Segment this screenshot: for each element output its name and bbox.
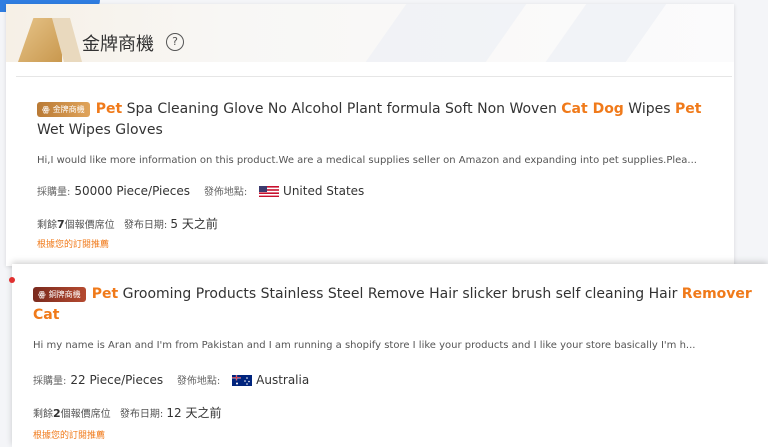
listing-title[interactable]: ꙮ 金牌商機 Pet Spa Cleaning Glove No Alcohol P…: [37, 99, 717, 141]
quantity-label: 採購量:: [37, 187, 71, 198]
header-decoration: [545, 4, 667, 62]
au-flag-icon: [232, 375, 253, 386]
remaining-count: 2: [53, 407, 61, 420]
keyword-highlight: Pet: [95, 101, 123, 117]
quantity-label: 採購量:: [33, 376, 67, 387]
recommend-note: 根據您的訂閱推薦: [37, 240, 110, 250]
date-value: 12 天之前: [166, 406, 222, 420]
recommend-note: 根據您的訂閱推薦: [33, 431, 106, 441]
listing-meta: 採購量: 50000 Piece/Pieces 發佈地點: United Stat…: [37, 183, 364, 198]
listing-card[interactable]: ꙮ 金牌商機 Pet Spa Cleaning Glove No Alcohol P…: [16, 76, 732, 267]
badge-icon: ꙮ: [38, 289, 46, 299]
country-name: Australia: [256, 373, 310, 387]
listing-description: Hi,I would like more information on this…: [37, 155, 697, 166]
title-text: Grooming Products Stainless Steel Remove…: [118, 286, 682, 302]
keyword-highlight: Pet: [91, 286, 119, 302]
country-name: United States: [283, 184, 365, 198]
quantity-value: 22 Piece/Pieces: [70, 373, 164, 387]
gold-badge: ꙮ 金牌商機: [37, 101, 90, 117]
keyword-highlight: Pet: [674, 101, 702, 117]
location-label: 發佈地點:: [203, 187, 248, 198]
title-text: Wet Wipes Gloves: [37, 122, 163, 138]
badge-icon: ꙮ: [42, 104, 50, 114]
listing-card[interactable]: ꙮ 銅牌商機 Pet Grooming Products Stainless Ste…: [12, 264, 768, 447]
date-label: 發布日期:: [119, 409, 164, 420]
bronze-badge: ꙮ 銅牌商機: [33, 286, 86, 302]
help-icon[interactable]: ?: [166, 33, 184, 51]
title-text: Spa Cleaning Glove No Alcohol Plant form…: [122, 101, 562, 117]
listing-title[interactable]: ꙮ 銅牌商機 Pet Grooming Products Stainless Ste…: [33, 284, 753, 326]
listing-stats: 剩餘2個報價席位 發布日期: 12 天之前: [33, 406, 222, 420]
title-text: Wipes: [623, 101, 675, 117]
header-decoration: [365, 4, 527, 62]
section-title: 金牌商機: [82, 34, 154, 55]
unread-dot-indicator: [9, 277, 15, 283]
date-label: 發布日期:: [123, 220, 168, 231]
us-flag-icon: [259, 186, 280, 197]
location-label: 發佈地點:: [176, 376, 221, 387]
listing-meta: 採購量: 22 Piece/Pieces 發佈地點: Australia: [33, 372, 309, 387]
keyword-highlight: Cat Dog: [561, 101, 624, 117]
quantity-value: 50000 Piece/Pieces: [74, 184, 190, 198]
section-header: 金牌商機 ?: [6, 4, 734, 62]
listing-description: Hi my name is Aran and I'm from Pakistan…: [33, 340, 696, 351]
date-value: 5 天之前: [170, 217, 218, 231]
remaining-count: 7: [57, 218, 65, 231]
listing-stats: 剩餘7個報價席位 發布日期: 5 天之前: [37, 217, 218, 231]
